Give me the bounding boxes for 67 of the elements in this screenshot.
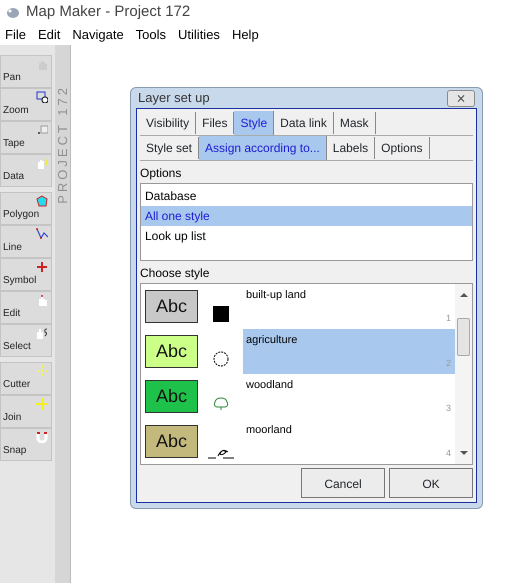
dialog-title: Layer set up xyxy=(138,89,210,108)
style-row-cell[interactable]: agriculture 2 xyxy=(243,329,455,374)
menu-item[interactable]: Tools xyxy=(136,25,166,45)
plus-icon xyxy=(36,398,48,410)
tool-button[interactable]: Cutter xyxy=(0,362,52,395)
scrollbar[interactable] xyxy=(455,284,472,464)
style-swatch[interactable]: Abc xyxy=(145,335,198,368)
row-number: 1 xyxy=(446,312,451,324)
tab[interactable]: Labels xyxy=(326,137,376,159)
tool-button[interactable]: Edit xyxy=(0,291,52,324)
square-symbol-icon xyxy=(210,304,230,324)
side-caption: PROJECT 172 xyxy=(54,85,71,204)
menu-item[interactable]: Help xyxy=(232,25,259,45)
tool-button[interactable]: Snap xyxy=(0,428,52,461)
row-number: 3 xyxy=(446,402,451,414)
dialog-button[interactable]: OK xyxy=(389,468,473,498)
row-number: 4 xyxy=(446,446,451,460)
tool-button[interactable]: Select xyxy=(0,324,52,357)
section-label: Choose style xyxy=(140,265,210,282)
style-name: built-up land xyxy=(246,288,307,303)
style-swatch[interactable]: Abc xyxy=(145,290,198,323)
zoom-icon xyxy=(36,91,48,103)
tab[interactable]: Options xyxy=(375,137,430,159)
list-item[interactable]: Look up list xyxy=(141,226,472,246)
tool-button[interactable]: Zoom xyxy=(0,88,52,121)
menu-item[interactable]: Navigate xyxy=(72,25,124,45)
style-name: moorland xyxy=(246,423,293,438)
dialog-button[interactable]: Cancel xyxy=(301,468,385,498)
section-label: Options xyxy=(140,165,182,182)
polyline-icon xyxy=(36,228,48,240)
menu-item[interactable]: Edit xyxy=(38,25,60,45)
tape-measure-icon xyxy=(36,124,48,136)
style-row-cell[interactable]: built-up land 1 xyxy=(243,284,455,329)
row-number: 2 xyxy=(446,356,451,370)
scroll-down-icon[interactable] xyxy=(460,450,468,456)
marsh-symbol-icon xyxy=(208,449,234,459)
plus-icon xyxy=(36,261,48,273)
tab[interactable]: Data link xyxy=(274,112,334,134)
magnet-icon xyxy=(36,431,48,443)
tool-button[interactable]: Data xyxy=(0,154,52,187)
tool-button[interactable]: Symbol xyxy=(0,258,52,291)
style-row-cell[interactable]: woodland 3 xyxy=(243,374,455,419)
list-item[interactable]: All one style xyxy=(141,206,472,226)
menu-item[interactable]: File xyxy=(5,25,26,45)
style-name: agriculture xyxy=(246,333,298,348)
scroll-up-icon[interactable] xyxy=(460,292,468,298)
tab[interactable]: Visibility xyxy=(140,112,196,134)
scroll-thumb[interactable] xyxy=(457,318,470,356)
tab[interactable]: Mask xyxy=(334,112,376,134)
tab[interactable]: Style xyxy=(234,111,274,135)
style-row-cell[interactable]: moorland 4 xyxy=(243,419,455,464)
circle-symbol-icon xyxy=(210,349,230,369)
close-button[interactable]: ⨯ xyxy=(447,90,475,106)
menu-item[interactable]: Utilities xyxy=(178,25,220,45)
app-logo-icon xyxy=(6,6,20,18)
tool-button[interactable]: Polygon xyxy=(0,192,52,225)
list-item[interactable]: Database xyxy=(141,186,472,206)
tab[interactable]: Assign according to... xyxy=(199,136,327,160)
tool-button[interactable]: Line xyxy=(0,225,52,258)
tool-button[interactable]: Tape xyxy=(0,121,52,154)
tool-button[interactable]: Pan xyxy=(0,55,52,88)
style-swatch[interactable]: Abc xyxy=(145,425,198,458)
window-title: Map Maker - Project 172 xyxy=(26,2,190,22)
tool-button[interactable]: Join xyxy=(0,395,52,428)
polygon-icon xyxy=(36,195,48,207)
style-name: woodland xyxy=(246,378,294,393)
style-swatch[interactable]: Abc xyxy=(145,380,198,413)
